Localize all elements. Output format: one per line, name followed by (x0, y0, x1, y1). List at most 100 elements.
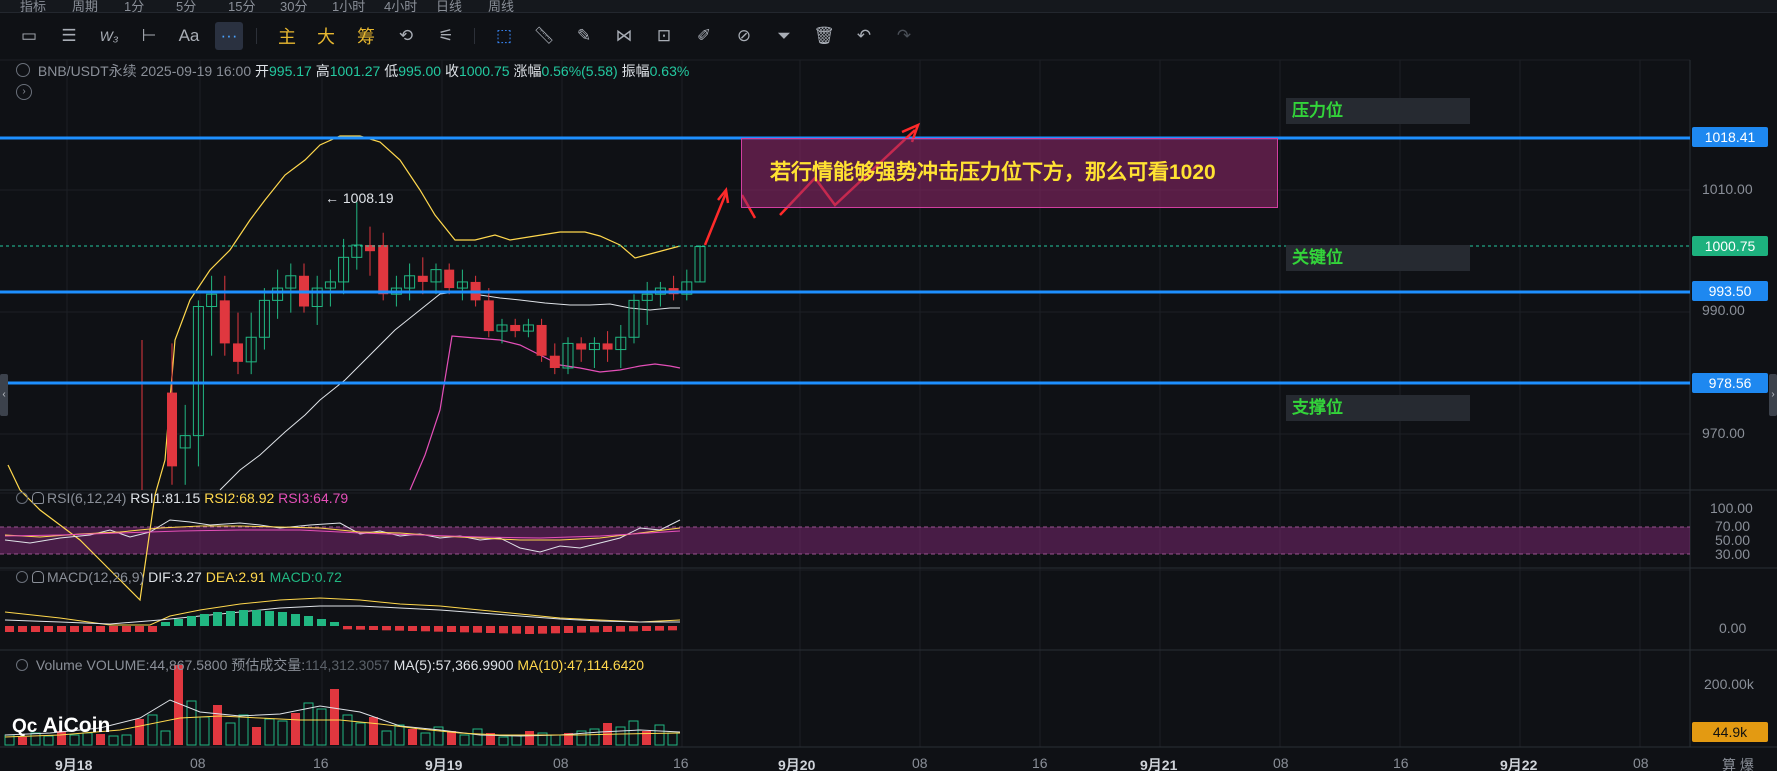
macd-bar (603, 626, 612, 632)
candle-body (167, 392, 177, 467)
low-value: 995.00 (398, 63, 442, 79)
macd-bar (96, 626, 105, 632)
volume-bar (628, 720, 639, 746)
volume-bar (589, 728, 600, 746)
candle-body (233, 343, 243, 362)
macd-bar (44, 626, 53, 632)
macd-bar (538, 626, 547, 634)
volume-tick: 200.00k (1704, 676, 1754, 692)
amplitude-value: 0.63% (649, 63, 690, 79)
macd-bar (642, 626, 651, 631)
est-volume-label: 预估成交量: (231, 657, 306, 673)
volume-bar (342, 714, 353, 746)
macd-bar (590, 626, 599, 633)
key-price-tag: 993.50 (1692, 281, 1768, 301)
candle-body (536, 324, 547, 356)
volume-bar (654, 724, 665, 746)
volume-bar (459, 734, 470, 746)
bollinger-lower-line (409, 335, 681, 491)
candle-body (549, 355, 560, 368)
candle-body (378, 245, 389, 295)
macd-bar (135, 626, 144, 632)
close-label: 收 (444, 63, 459, 79)
support-price-tag: 978.56 (1692, 373, 1768, 393)
volume-bar (330, 689, 339, 745)
datetime-label: 2025-09-19 16:00 (140, 63, 252, 79)
macd-bar (265, 611, 274, 626)
volume-bar (525, 731, 534, 745)
collapse-icon[interactable] (16, 571, 28, 583)
volume-bar (108, 735, 119, 746)
annotation-box[interactable]: 若行情能够强势冲击压力位下方，那么可看1020 (741, 138, 1278, 208)
volume-bar (369, 717, 378, 745)
macd-bar (226, 611, 235, 626)
macd-bar (629, 626, 638, 632)
macd-bar (200, 614, 209, 626)
macd-dif-line (4, 597, 681, 626)
chart-app: 指标 周期 1分 5分 15分 30分 1小时 4小时 日线 周线 ▭ ☰ W₃ ⊢ Aa ···… (0, 0, 1777, 771)
bell-icon[interactable] (32, 492, 44, 504)
volume-bar (408, 729, 417, 745)
logo-text: AiCoin (42, 714, 111, 737)
time-tick: 08 (1633, 755, 1649, 771)
candle-body (510, 324, 521, 332)
volume-bar (147, 714, 158, 746)
amplitude-label: 振幅 (621, 63, 650, 79)
macd-bar (421, 626, 430, 632)
volume-bar (355, 722, 366, 746)
macd-bar (473, 626, 482, 633)
macd-bar (395, 626, 404, 631)
volume-bar (394, 724, 405, 746)
macd-bar (577, 626, 586, 633)
macd-legend: MACD(12,26,9) DIF:3.27 DEA:2.91 MACD:0.7… (16, 569, 342, 585)
macd-bar (5, 626, 14, 632)
macd-tick: 0.00 (1719, 620, 1747, 636)
volume-bar (615, 726, 626, 746)
price-tick: 1010.00 (1702, 181, 1753, 197)
time-tick: 08 (912, 755, 928, 771)
macd-bar (31, 626, 40, 632)
macd-bar (174, 619, 183, 626)
resistance-label: 压力位 (1286, 98, 1470, 124)
macd-bar (304, 616, 313, 626)
macd-bar (278, 612, 287, 626)
macd-histogram (5, 610, 677, 634)
volume-bar (498, 736, 509, 746)
candle-body (444, 269, 455, 289)
candle-body (483, 300, 494, 332)
volume-bar (213, 705, 222, 745)
expand-icon[interactable]: › (16, 84, 32, 100)
rsi1-value: RSI1:81.15 (130, 490, 201, 506)
collapse-icon[interactable] (16, 659, 28, 671)
volume-bar (264, 718, 275, 746)
low-label: 低 (384, 63, 399, 79)
time-tick: 08 (1273, 755, 1289, 771)
macd-bar (434, 626, 443, 632)
time-tick: 9月20 (778, 757, 816, 771)
open-label: 开 (255, 63, 270, 79)
eye-icon[interactable] (16, 63, 30, 77)
macd-bar (187, 616, 196, 626)
high-value: 1001.27 (329, 63, 381, 79)
volume-bar (472, 728, 483, 746)
time-tick: 9月21 (1140, 757, 1178, 771)
macd-bar (57, 626, 66, 632)
candle-body (219, 300, 230, 344)
macd-bar (83, 626, 92, 632)
volume-value: VOLUME:44,867.5800 (86, 657, 228, 673)
time-tick: 16 (313, 755, 329, 771)
right-scroll-handle[interactable]: › (1769, 374, 1777, 416)
volume-bar (447, 731, 456, 745)
left-scroll-handle[interactable]: ‹ (0, 374, 8, 416)
support-label: 支撑位 (1286, 395, 1470, 421)
volume-bar (252, 727, 261, 745)
macd-bar (447, 626, 456, 632)
time-tick: 9月18 (55, 757, 93, 771)
volume-name: Volume (35, 657, 83, 673)
macd-bar (551, 626, 560, 634)
price-tick: 990.00 (1702, 302, 1745, 318)
macd-bar (356, 626, 365, 630)
bell-icon[interactable] (32, 571, 44, 583)
macd-bar (291, 614, 300, 626)
collapse-icon[interactable] (16, 492, 28, 504)
